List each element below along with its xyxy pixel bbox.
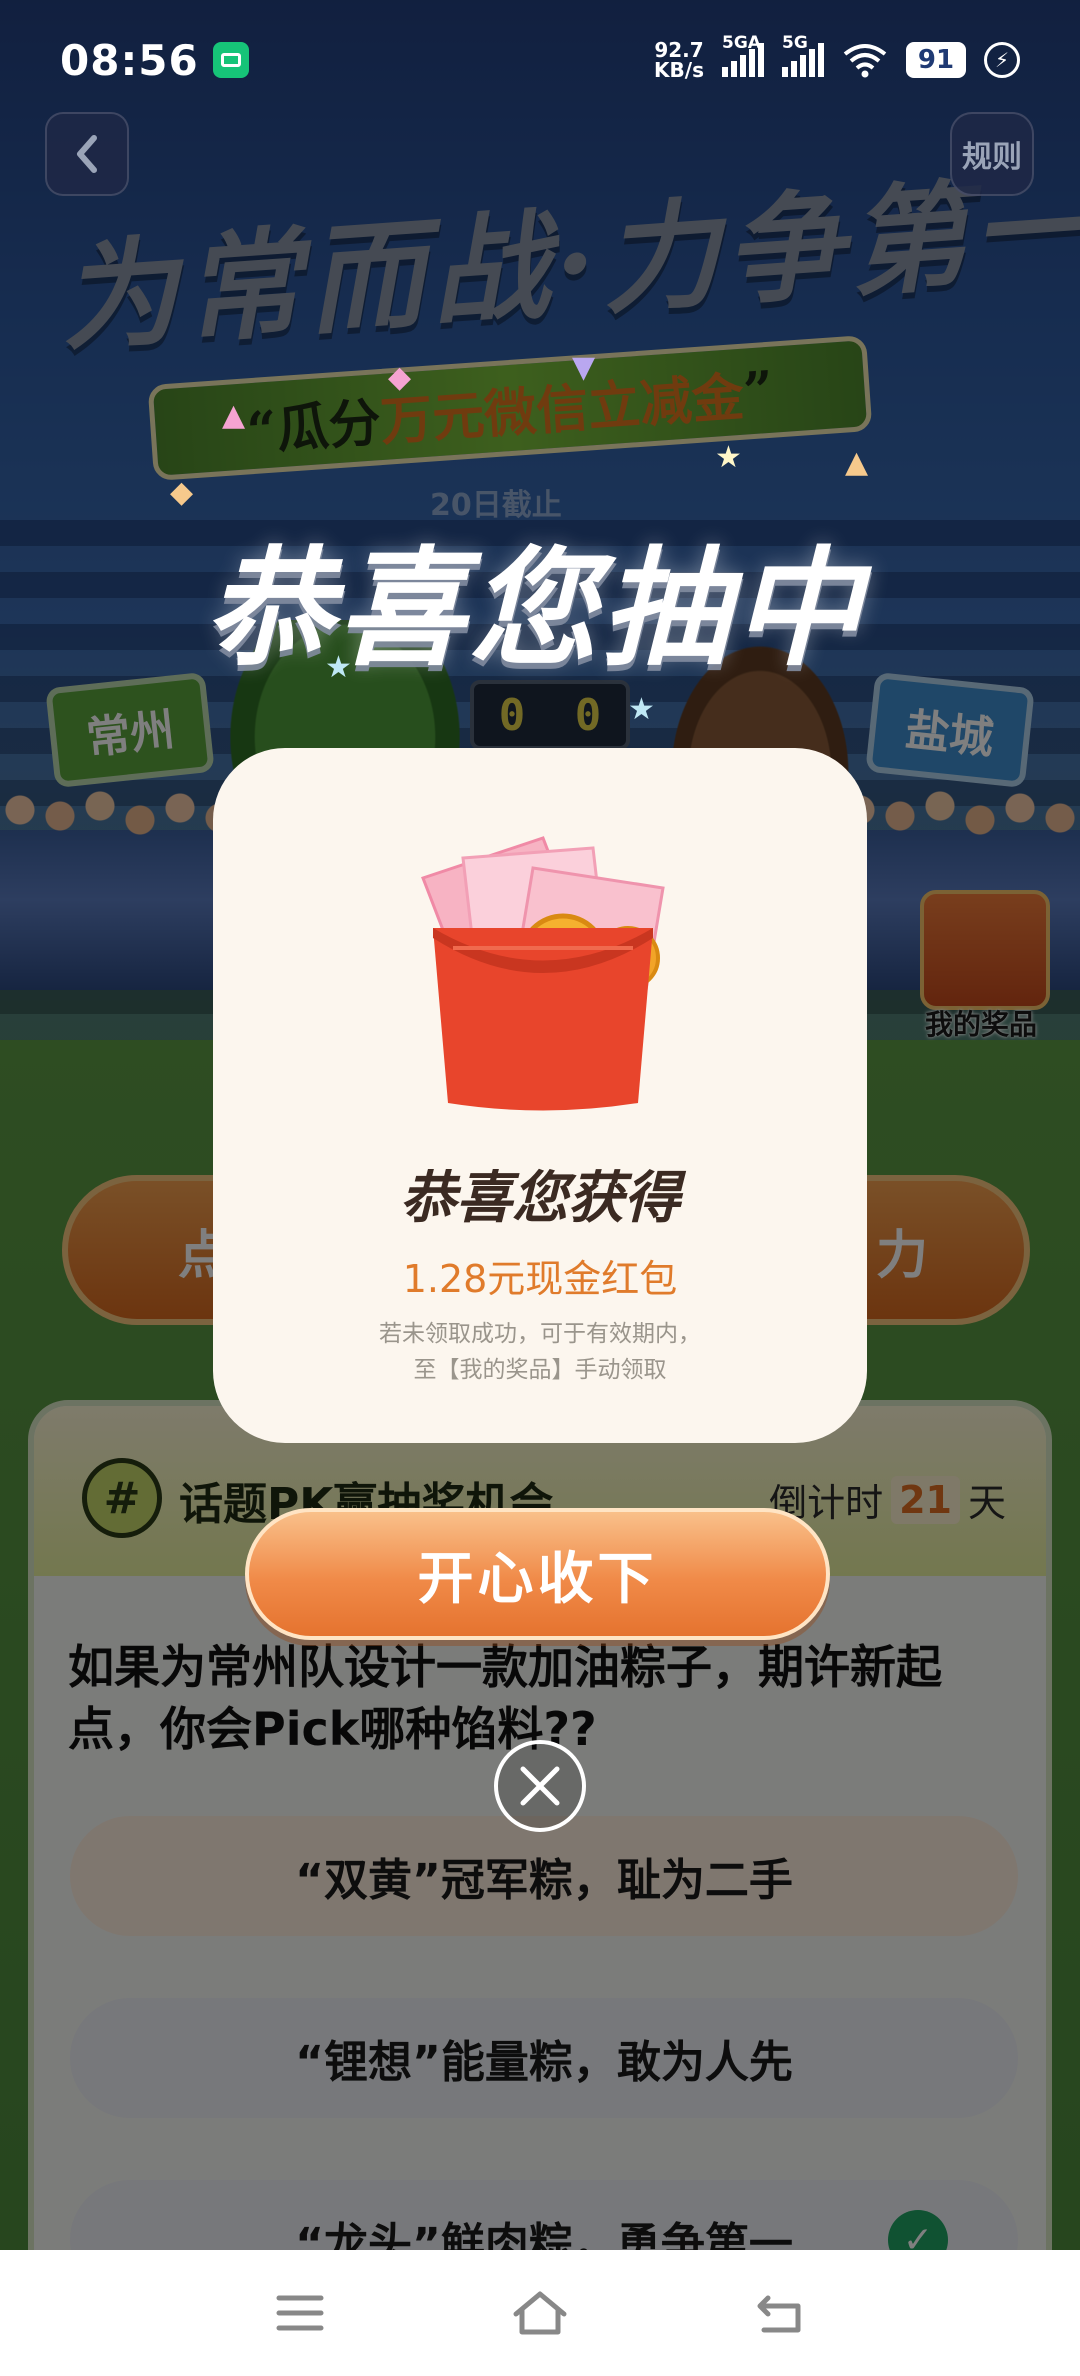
modal-title: 恭喜您抽中 [204,534,865,684]
signal-5ga-icon: 5GA [722,33,764,77]
rules-button[interactable]: 规则 [950,112,1034,196]
back-nav-button[interactable] [745,2278,815,2348]
home-button[interactable] [505,2278,575,2348]
red-envelope-icon: ¥ [421,836,665,1111]
confetti-icon: ◆ [170,475,194,510]
status-right-group: 92.7 KB/s 5GA 5G 91 ⚡ [654,33,1020,80]
signal-5g-label: 5G [782,33,808,53]
app-notification-icon [212,42,249,78]
wifi-icon [843,44,887,78]
confetti-icon: ▲ [845,445,869,480]
home-icon [513,2291,567,2335]
status-time: 08:56 [60,35,199,85]
system-nav-bar [0,2250,1080,2376]
confetti-icon: ▲ [222,398,246,433]
star-sparkle-icon: ★ [325,650,352,685]
signal-5ga-label: 5GA [722,33,761,53]
prize-heading: 恭喜您获得 [400,1165,680,1231]
chevron-left-icon [77,135,97,173]
confetti-icon: ▼ [572,350,596,385]
prize-modal: ¥ 恭喜您获得 1.28元现金红包 若未领取成功，可于有效期内， 至【我的奖品】… [213,748,867,1443]
star-sparkle-icon: ★ [715,440,742,475]
prize-note-line1: 若未领取成功，可于有效期内， [379,1321,701,1347]
confetti-icon: ◆ [388,360,412,395]
network-speed-unit: KB/s [654,58,704,82]
prize-note: 若未领取成功，可于有效期内， 至【我的奖品】手动领取 [290,1316,790,1388]
back-button[interactable] [45,112,129,196]
close-icon [520,1766,560,1806]
star-sparkle-icon: ★ [628,692,655,727]
network-speed-value: 92.7 [654,38,704,62]
close-modal-button[interactable] [494,1740,586,1832]
status-bar: 08:56 92.7 KB/s 5GA 5G 91 ⚡ [0,0,1080,120]
menu-icon [276,2295,324,2331]
back-icon [757,2295,801,2333]
network-speed: 92.7 KB/s [654,40,704,80]
menu-button[interactable] [265,2278,335,2348]
charging-icon: ⚡ [984,42,1020,78]
accept-prize-button[interactable]: 开心收下 [245,1508,830,1640]
prize-note-line2: 至【我的奖品】手动领取 [413,1357,667,1383]
battery-level: 91 [906,42,966,78]
prize-amount: 1.28元现金红包 [402,1257,678,1301]
signal-5g-icon: 5G [782,33,824,77]
